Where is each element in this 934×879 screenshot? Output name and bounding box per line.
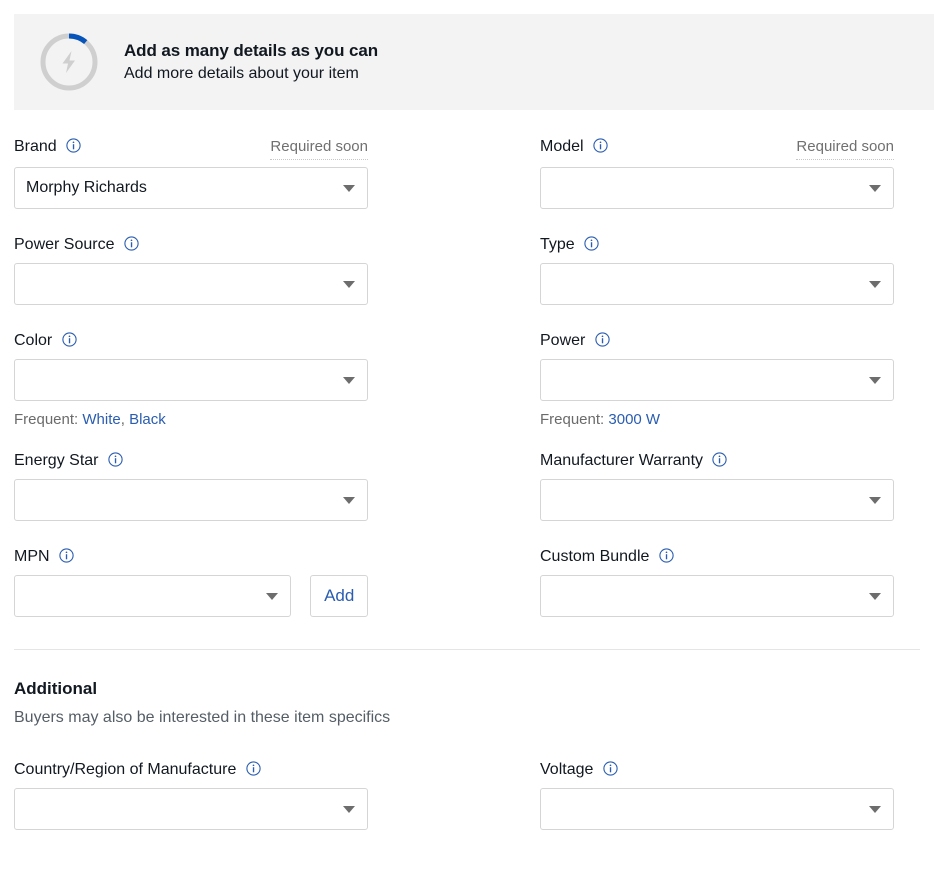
field-label-model: Model — [540, 138, 584, 155]
voltage-select[interactable] — [540, 788, 894, 830]
field-label-custom-bundle: Custom Bundle — [540, 548, 649, 565]
chevron-down-icon — [869, 377, 881, 384]
frequent-prefix: Frequent: — [540, 411, 604, 428]
field-label-country-region: Country/Region of Manufacture — [14, 761, 236, 778]
lightning-bolt-icon — [63, 51, 76, 73]
field-brand: Brand Required soon Morphy Richards — [14, 136, 368, 209]
field-mpn: MPN Add — [14, 546, 368, 617]
field-color: Color Frequent: White, Black — [14, 330, 368, 430]
color-frequent-values: Frequent: White, Black — [14, 410, 368, 430]
power-source-select[interactable] — [14, 263, 368, 305]
info-icon[interactable] — [593, 138, 608, 153]
manufacturer-warranty-select[interactable] — [540, 479, 894, 521]
info-icon[interactable] — [603, 761, 618, 776]
power-frequent-values: Frequent: 3000 W — [540, 410, 894, 430]
field-label-color: Color — [14, 332, 52, 349]
form-row-energystar-warranty: Energy Star Manufacturer Warranty — [0, 450, 934, 521]
field-energy-star: Energy Star — [14, 450, 368, 521]
field-label-power: Power — [540, 332, 585, 349]
chevron-down-icon — [266, 593, 278, 600]
color-select[interactable] — [14, 359, 368, 401]
info-icon[interactable] — [59, 548, 74, 563]
banner-title: Add as many details as you can — [124, 40, 378, 62]
field-type: Type — [540, 234, 894, 305]
info-icon[interactable] — [595, 332, 610, 347]
chevron-down-icon — [869, 281, 881, 288]
field-model: Model Required soon — [540, 136, 894, 209]
brand-select[interactable]: Morphy Richards — [14, 167, 368, 209]
required-soon-badge-model: Required soon — [796, 136, 894, 160]
field-custom-bundle: Custom Bundle — [540, 546, 894, 617]
country-region-select[interactable] — [14, 788, 368, 830]
info-icon[interactable] — [584, 236, 599, 251]
form-row-color-power: Color Frequent: White, Black Power — [0, 330, 934, 430]
field-label-manufacturer-warranty: Manufacturer Warranty — [540, 452, 703, 469]
chevron-down-icon — [343, 185, 355, 192]
field-label-brand: Brand — [14, 138, 57, 155]
form-row-brand-model: Brand Required soon Morphy Richards Mode… — [0, 136, 934, 209]
mpn-select[interactable] — [14, 575, 291, 617]
chevron-down-icon — [343, 497, 355, 504]
item-specifics-form: Brand Required soon Morphy Richards Mode… — [0, 136, 934, 830]
field-power: Power Frequent: 3000 W — [540, 330, 894, 430]
info-icon[interactable] — [712, 452, 727, 467]
info-icon[interactable] — [659, 548, 674, 563]
chevron-down-icon — [869, 806, 881, 813]
frequent-value-black[interactable]: Black — [129, 411, 166, 428]
chevron-down-icon — [343, 377, 355, 384]
add-mpn-button[interactable]: Add — [310, 575, 368, 617]
chevron-down-icon — [343, 806, 355, 813]
field-manufacturer-warranty: Manufacturer Warranty — [540, 450, 894, 521]
energy-star-select[interactable] — [14, 479, 368, 521]
banner-subtitle: Add more details about your item — [124, 63, 378, 85]
field-voltage: Voltage — [540, 759, 894, 830]
chevron-down-icon — [869, 185, 881, 192]
info-icon[interactable] — [66, 138, 81, 153]
frequent-separator: , — [121, 411, 125, 428]
info-icon[interactable] — [124, 236, 139, 251]
form-row-mpn-custombundle: MPN Add Custom Bundle — [0, 546, 934, 617]
field-label-power-source: Power Source — [14, 236, 115, 253]
frequent-value-white[interactable]: White — [82, 411, 120, 428]
field-label-energy-star: Energy Star — [14, 452, 98, 469]
frequent-prefix: Frequent: — [14, 411, 78, 428]
required-soon-badge-brand: Required soon — [270, 136, 368, 160]
chevron-down-icon — [869, 593, 881, 600]
chevron-down-icon — [343, 281, 355, 288]
field-power-source: Power Source — [14, 234, 368, 305]
details-progress-banner: Add as many details as you can Add more … — [14, 14, 934, 110]
progress-ring — [38, 31, 100, 93]
field-label-type: Type — [540, 236, 575, 253]
additional-section-title: Additional — [14, 678, 934, 700]
form-row-powersource-type: Power Source Type — [0, 234, 934, 305]
custom-bundle-select[interactable] — [540, 575, 894, 617]
power-select[interactable] — [540, 359, 894, 401]
additional-section-subtitle: Buyers may also be interested in these i… — [14, 707, 934, 729]
info-icon[interactable] — [108, 452, 123, 467]
form-row-country-voltage: Country/Region of Manufacture Voltage — [0, 759, 934, 830]
field-label-mpn: MPN — [14, 548, 50, 565]
frequent-value-3000w[interactable]: 3000 W — [608, 411, 660, 428]
field-country-region: Country/Region of Manufacture — [14, 759, 368, 830]
info-icon[interactable] — [246, 761, 261, 776]
field-label-voltage: Voltage — [540, 761, 593, 778]
type-select[interactable] — [540, 263, 894, 305]
section-divider — [14, 649, 920, 650]
chevron-down-icon — [869, 497, 881, 504]
info-icon[interactable] — [62, 332, 77, 347]
model-select[interactable] — [540, 167, 894, 209]
brand-select-value: Morphy Richards — [26, 179, 147, 197]
